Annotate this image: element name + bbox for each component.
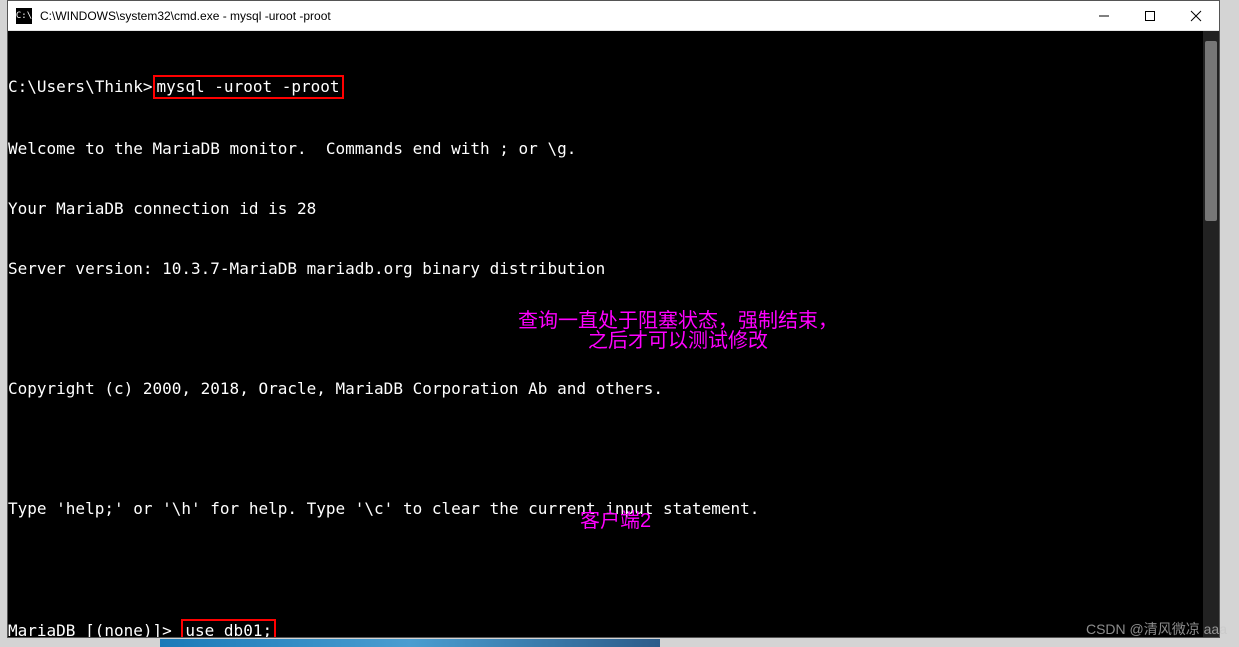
shell-prompt: C:\Users\Think> <box>8 77 153 96</box>
window-controls <box>1081 1 1219 30</box>
output-line <box>8 559 1219 579</box>
output-line: Your MariaDB connection id is 28 <box>8 199 1219 219</box>
output-line: Copyright (c) 2000, 2018, Oracle, MariaD… <box>8 379 1219 399</box>
highlighted-command: mysql -uroot -proot <box>153 75 344 99</box>
taskbar-fragment <box>160 639 660 647</box>
minimize-button[interactable] <box>1081 1 1127 30</box>
output-line: Server version: 10.3.7-MariaDB mariadb.o… <box>8 259 1219 279</box>
watermark: CSDN @清风微凉 aaa <box>1086 619 1227 639</box>
close-button[interactable] <box>1173 1 1219 30</box>
highlighted-command: use db01; <box>181 619 276 637</box>
output-line: Welcome to the MariaDB monitor. Commands… <box>8 139 1219 159</box>
annotation-line: 查询一直处于阻塞状态，强制结束， <box>518 311 838 331</box>
scrollbar[interactable] <box>1203 31 1219 637</box>
annotation-line: 之后才可以测试修改 <box>518 331 838 351</box>
maximize-button[interactable] <box>1127 1 1173 30</box>
output-line <box>8 439 1219 459</box>
terminal-output[interactable]: C:\Users\Think>mysql -uroot -proot Welco… <box>8 31 1219 637</box>
cmd-window: C:\ C:\WINDOWS\system32\cmd.exe - mysql … <box>7 0 1220 638</box>
window-title: C:\WINDOWS\system32\cmd.exe - mysql -uro… <box>40 9 1081 23</box>
mariadb-prompt: MariaDB [(none)]> <box>8 621 181 637</box>
cmd-icon: C:\ <box>16 8 32 24</box>
titlebar[interactable]: C:\ C:\WINDOWS\system32\cmd.exe - mysql … <box>8 1 1219 31</box>
scrollbar-thumb[interactable] <box>1205 41 1217 221</box>
annotation-client-label: 客户端2 <box>580 511 651 531</box>
annotation-note: 查询一直处于阻塞状态，强制结束， 之后才可以测试修改 <box>518 311 838 351</box>
